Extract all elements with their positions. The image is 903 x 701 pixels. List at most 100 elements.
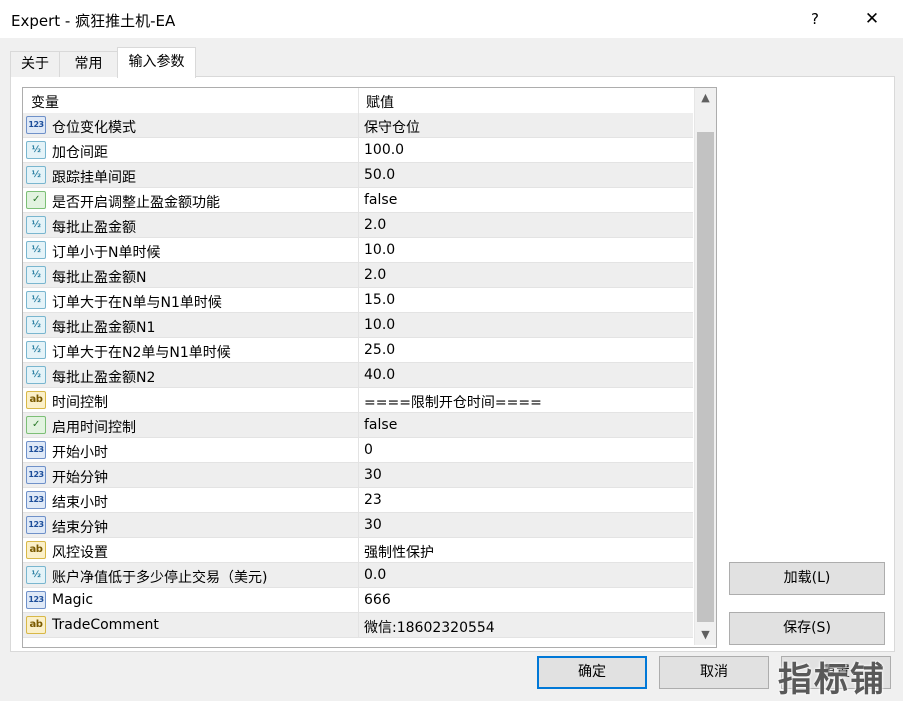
parameter-value[interactable]: 0.0: [364, 567, 386, 583]
ok-button[interactable]: 确定: [537, 656, 647, 689]
parameter-value[interactable]: 保守仓位: [364, 117, 420, 137]
parameter-value[interactable]: 15.0: [364, 292, 395, 308]
parameter-value[interactable]: 强制性保护: [364, 542, 434, 562]
table-row[interactable]: ½ 每批止盈金额N2 40.0: [23, 363, 693, 388]
parameter-name: 每批止盈金额: [52, 220, 136, 236]
table-row[interactable]: ½ 账户净值低于多少停止交易（美元) 0.0: [23, 563, 693, 588]
cancel-button[interactable]: 取消: [659, 656, 769, 689]
cell-divider: [358, 138, 359, 162]
table-row[interactable]: ab 风控设置 强制性保护: [23, 538, 693, 563]
table-row[interactable]: ½ 加仓间距 100.0: [23, 138, 693, 163]
parameter-value[interactable]: 10.0: [364, 242, 395, 258]
table-row[interactable]: 123 结束小时 23: [23, 488, 693, 513]
table-row[interactable]: ½ 订单大于在N单与N1单时候 15.0: [23, 288, 693, 313]
parameter-value[interactable]: ====限制开仓时间====: [364, 392, 542, 412]
parameter-value[interactable]: false: [364, 192, 397, 208]
cell-divider: [358, 538, 359, 562]
table-row[interactable]: ½ 跟踪挂单间距 50.0: [23, 163, 693, 188]
parameter-value[interactable]: 100.0: [364, 142, 404, 158]
cell-divider: [358, 588, 359, 612]
cell-divider: [358, 238, 359, 262]
table-row[interactable]: ✓ 启用时间控制 false: [23, 413, 693, 438]
cell-divider: [358, 563, 359, 587]
tab-inputs[interactable]: 输入参数: [117, 47, 196, 78]
cell-divider: [358, 488, 359, 512]
table-row[interactable]: 123 结束分钟 30: [23, 513, 693, 538]
double-type-icon: ½: [26, 216, 46, 234]
table-row[interactable]: ✓ 是否开启调整止盈金额功能 false: [23, 188, 693, 213]
boolean-type-icon: ✓: [26, 191, 46, 209]
scroll-down-arrow-icon[interactable]: ▼: [695, 625, 716, 645]
parameter-value[interactable]: 微信:18602320554: [364, 617, 495, 637]
parameter-name: 加仓间距: [52, 145, 108, 161]
parameter-value[interactable]: 30: [364, 517, 382, 533]
load-button[interactable]: 加载(L): [729, 562, 885, 595]
tab-about[interactable]: 关于: [10, 51, 60, 77]
column-header-variable[interactable]: 变量: [31, 92, 59, 112]
integer-type-icon: 123: [26, 591, 46, 609]
double-type-icon: ½: [26, 566, 46, 584]
cell-divider: [358, 338, 359, 362]
table-row[interactable]: ½ 每批止盈金额N 2.0: [23, 263, 693, 288]
double-type-icon: ½: [26, 141, 46, 159]
integer-type-icon: 123: [26, 441, 46, 459]
parameter-value[interactable]: false: [364, 417, 397, 433]
cell-divider: [358, 113, 359, 137]
parameter-value[interactable]: 25.0: [364, 342, 395, 358]
parameter-name: TradeComment: [52, 617, 159, 633]
table-row[interactable]: ½ 订单小于N单时候 10.0: [23, 238, 693, 263]
parameter-name: 结束小时: [52, 495, 108, 511]
table-row[interactable]: ab 时间控制 ====限制开仓时间====: [23, 388, 693, 413]
parameter-name: 是否开启调整止盈金额功能: [52, 195, 220, 211]
double-type-icon: ½: [26, 341, 46, 359]
integer-type-icon: 123: [26, 516, 46, 534]
scrollbar-thumb[interactable]: [697, 132, 714, 622]
help-button[interactable]: ?: [798, 6, 832, 32]
tab-common[interactable]: 常用: [59, 51, 118, 77]
parameter-value[interactable]: 0: [364, 442, 373, 458]
grid-rows: 123 仓位变化模式 保守仓位 ½ 加仓间距 100.0 ½ 跟踪挂单间距 50.0 ✓ 是否开启调…: [23, 113, 693, 638]
cell-divider: [358, 438, 359, 462]
parameter-name: 订单小于N单时候: [52, 245, 161, 261]
cell-divider: [358, 313, 359, 337]
title-bar: Expert - 疯狂推土机-EA ? ✕: [0, 0, 903, 38]
double-type-icon: ½: [26, 241, 46, 259]
parameter-name: 订单大于在N2单与N1单时候: [52, 345, 231, 361]
double-type-icon: ½: [26, 291, 46, 309]
string-type-icon: ab: [26, 541, 46, 559]
parameter-value[interactable]: 40.0: [364, 367, 395, 383]
integer-type-icon: 123: [26, 491, 46, 509]
cell-divider: [358, 463, 359, 487]
parameter-name: 仓位变化模式: [52, 120, 136, 136]
parameter-value[interactable]: 2.0: [364, 217, 386, 233]
column-divider[interactable]: [358, 88, 359, 113]
table-row[interactable]: ½ 每批止盈金额 2.0: [23, 213, 693, 238]
column-header-value[interactable]: 赋值: [366, 92, 394, 112]
parameter-value[interactable]: 666: [364, 592, 391, 608]
parameter-name: 账户净值低于多少停止交易（美元): [52, 570, 268, 586]
table-row[interactable]: ½ 每批止盈金额N1 10.0: [23, 313, 693, 338]
cell-divider: [358, 163, 359, 187]
table-row[interactable]: 123 开始小时 0: [23, 438, 693, 463]
table-row[interactable]: ab TradeComment 微信:18602320554: [23, 613, 693, 638]
table-row[interactable]: ½ 订单大于在N2单与N1单时候 25.0: [23, 338, 693, 363]
save-button[interactable]: 保存(S): [729, 612, 885, 645]
cell-divider: [358, 213, 359, 237]
string-type-icon: ab: [26, 616, 46, 634]
parameter-value[interactable]: 10.0: [364, 317, 395, 333]
parameter-value[interactable]: 30: [364, 467, 382, 483]
parameter-value[interactable]: 50.0: [364, 167, 395, 183]
parameters-grid: 变量 赋值 123 仓位变化模式 保守仓位 ½ 加仓间距 100.0 ½ 跟踪挂单间距 50.0…: [22, 87, 717, 648]
parameter-name: 每批止盈金额N: [52, 270, 147, 286]
close-button[interactable]: ✕: [855, 6, 889, 32]
scroll-up-arrow-icon[interactable]: ▲: [695, 88, 716, 108]
parameter-value[interactable]: 23: [364, 492, 382, 508]
table-row[interactable]: 123 仓位变化模式 保守仓位: [23, 113, 693, 138]
table-row[interactable]: 123 开始分钟 30: [23, 463, 693, 488]
cell-divider: [358, 288, 359, 312]
vertical-scrollbar[interactable]: ▲ ▼: [694, 88, 716, 645]
double-type-icon: ½: [26, 366, 46, 384]
parameter-value[interactable]: 2.0: [364, 267, 386, 283]
table-row[interactable]: 123 Magic 666: [23, 588, 693, 613]
string-type-icon: ab: [26, 391, 46, 409]
